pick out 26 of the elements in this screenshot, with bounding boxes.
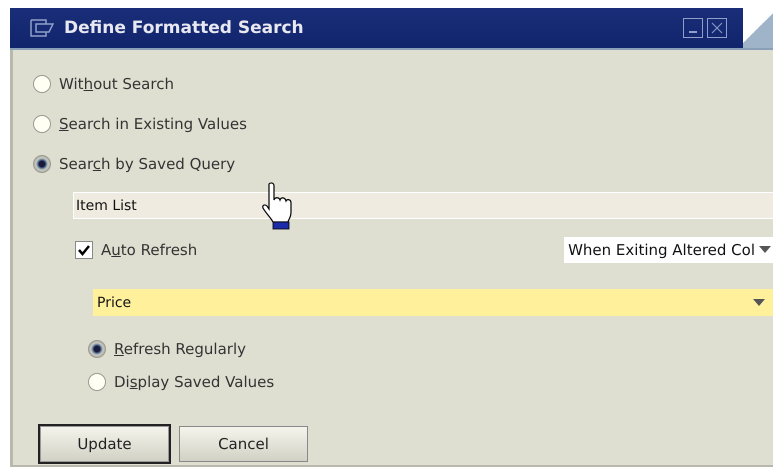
window-corner bbox=[743, 8, 773, 48]
radio-button[interactable] bbox=[33, 75, 51, 93]
caret-icon bbox=[759, 246, 771, 254]
field-dropdown[interactable]: Price bbox=[93, 289, 773, 316]
option-label: Search in Existing Values bbox=[59, 115, 247, 133]
refresh-trigger-dropdown[interactable]: When Exiting Altered Col bbox=[564, 237, 773, 263]
close-icon bbox=[711, 22, 723, 34]
option-label: Display Saved Values bbox=[114, 372, 274, 390]
radio-button[interactable] bbox=[88, 372, 106, 390]
minimize-icon bbox=[689, 31, 697, 33]
minimize-button[interactable] bbox=[683, 18, 703, 38]
window-icon bbox=[30, 19, 54, 37]
option-label: Without Search bbox=[59, 75, 174, 93]
close-button[interactable] bbox=[707, 18, 727, 38]
radio-button[interactable] bbox=[33, 115, 51, 133]
checkbox[interactable] bbox=[75, 241, 93, 259]
radio-button[interactable] bbox=[33, 155, 51, 173]
option-label: Search by Saved Query bbox=[59, 155, 236, 173]
caret-icon bbox=[753, 298, 765, 306]
option-label: Auto Refresh bbox=[101, 241, 198, 259]
option-label: Refresh Regularly bbox=[114, 340, 246, 358]
radio-button[interactable] bbox=[88, 340, 106, 358]
query-field[interactable]: Item List bbox=[73, 192, 773, 219]
dialog-button[interactable]: Update bbox=[38, 424, 171, 464]
window-title: Define Formatted Search bbox=[64, 18, 305, 38]
dialog-button[interactable]: Cancel bbox=[179, 426, 308, 462]
